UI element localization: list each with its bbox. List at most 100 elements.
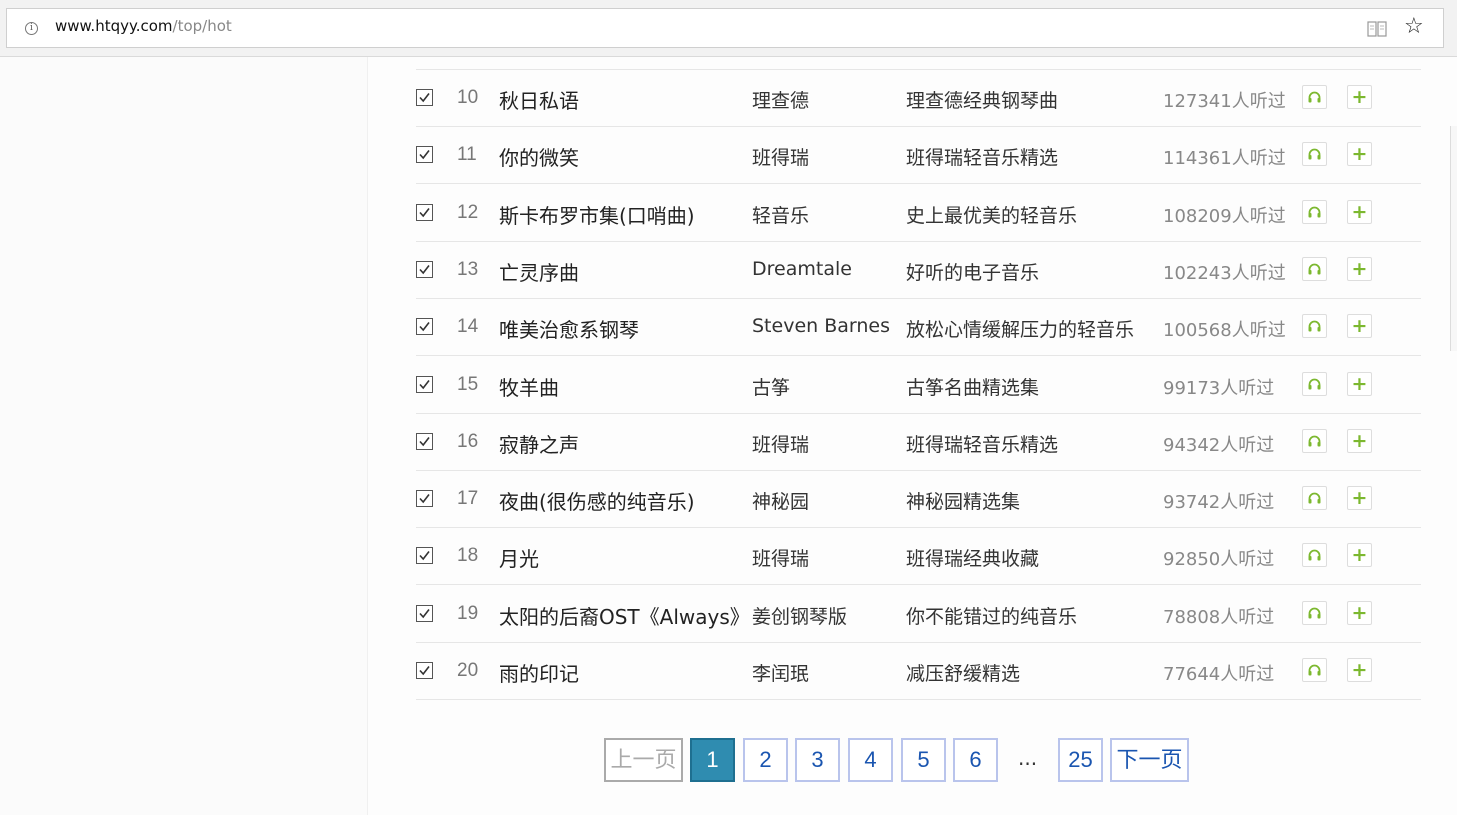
song-artist-link[interactable]: 轻音乐 [752,201,809,228]
add-to-playlist-button[interactable]: + [1347,142,1372,166]
song-checkbox[interactable] [416,146,433,163]
song-title-link[interactable]: 秋日私语 [499,85,740,114]
song-album-link[interactable]: 史上最优美的轻音乐 [906,201,1077,228]
song-checkbox[interactable] [416,318,433,335]
add-to-playlist-button[interactable]: + [1347,429,1372,453]
prev-page-button[interactable]: 上一页 [604,738,683,782]
song-row: 10 秋日私语 理查德 理查德经典钢琴曲 127341人听过 + [0,70,1457,127]
page-button-1[interactable]: 1 [690,738,735,782]
song-checkbox[interactable] [416,605,433,622]
headphones-icon [1308,492,1321,504]
page-content: 10 秋日私语 理查德 理查德经典钢琴曲 127341人听过 +11 你的微笑 班得瑞 班得瑞轻… [0,57,1457,815]
add-to-playlist-button[interactable]: + [1347,486,1372,510]
song-title-link[interactable]: 牧羊曲 [499,372,740,401]
song-album-link[interactable]: 你不能错过的纯音乐 [906,602,1077,629]
song-play-count: 94342人听过 [1163,435,1275,456]
add-to-playlist-button[interactable]: + [1347,372,1372,396]
address-bar[interactable]: i www.htqyy.com/top/hot ☆ [6,8,1444,48]
song-title-link[interactable]: 寂静之声 [499,429,740,458]
song-title-link[interactable]: 雨的印记 [499,658,740,687]
reader-view-icon[interactable] [1367,20,1387,42]
page-button-6[interactable]: 6 [953,738,998,782]
page-button-3[interactable]: 3 [795,738,840,782]
song-checkbox[interactable] [416,204,433,221]
song-title-link[interactable]: 太阳的后裔OST《Always》 [499,601,740,630]
listen-button[interactable] [1302,429,1327,453]
plus-icon: + [1351,201,1368,223]
song-row: 17 夜曲(很伤感的纯音乐) 神秘园 神秘园精选集 93742人听过 + [0,471,1457,528]
song-artist-link[interactable]: 姜创钢琴版 [752,602,847,629]
song-title-link[interactable]: 夜曲(很伤感的纯音乐) [499,486,740,515]
listen-button[interactable] [1302,601,1327,625]
add-to-playlist-button[interactable]: + [1347,658,1372,682]
add-to-playlist-button[interactable]: + [1347,314,1372,338]
song-title-link[interactable]: 斯卡布罗市集(口哨曲) [499,200,740,229]
page-button-4[interactable]: 4 [848,738,893,782]
plus-icon: + [1351,430,1368,452]
favorite-star-icon[interactable]: ☆ [1404,15,1424,39]
listen-button[interactable] [1302,658,1327,682]
song-album-link[interactable]: 减压舒缓精选 [906,659,1020,686]
song-checkbox[interactable] [416,662,433,679]
song-play-count: 77644人听过 [1163,664,1275,685]
song-title-link[interactable]: 亡灵序曲 [499,257,740,286]
song-artist-link[interactable]: 班得瑞 [752,430,809,457]
headphones-icon [1308,320,1321,332]
headphones-icon [1308,263,1321,275]
song-artist-link[interactable]: 李闰珉 [752,659,809,686]
song-artist-link[interactable]: 班得瑞 [752,544,809,571]
song-album-link[interactable]: 班得瑞经典收藏 [906,544,1039,571]
song-checkbox[interactable] [416,376,433,393]
song-checkbox[interactable] [416,490,433,507]
song-artist-link[interactable]: 理查德 [752,86,809,113]
plus-icon: + [1351,315,1368,337]
song-row: 14 唯美治愈系钢琴 Steven Barnes 放松心情缓解压力的轻音乐 100568… [0,299,1457,356]
add-to-playlist-button[interactable]: + [1347,257,1372,281]
headphones-icon [1308,206,1321,218]
url-host: www.htqyy.com [55,17,173,35]
page-button-2[interactable]: 2 [743,738,788,782]
add-to-playlist-button[interactable]: + [1347,200,1372,224]
song-checkbox[interactable] [416,547,433,564]
song-artist-link[interactable]: Dreamtale [752,258,852,280]
song-album-link[interactable]: 班得瑞轻音乐精选 [906,430,1058,457]
listen-button[interactable] [1302,142,1327,166]
song-title-link[interactable]: 唯美治愈系钢琴 [499,314,740,343]
listen-button[interactable] [1302,314,1327,338]
page-button-5[interactable]: 5 [901,738,946,782]
song-album-link[interactable]: 好听的电子音乐 [906,258,1039,285]
browser-toolbar: i www.htqyy.com/top/hot ☆ [0,0,1457,57]
song-album-link[interactable]: 放松心情缓解压力的轻音乐 [906,315,1134,342]
song-artist-link[interactable]: 古筝 [752,373,790,400]
song-album-link[interactable]: 神秘园精选集 [906,487,1020,514]
page-button-last[interactable]: 25 [1058,738,1103,782]
song-album-link[interactable]: 古筝名曲精选集 [906,373,1039,400]
song-artist-link[interactable]: 班得瑞 [752,143,809,170]
url-text[interactable]: www.htqyy.com/top/hot [55,17,232,35]
next-page-button[interactable]: 下一页 [1110,738,1189,782]
plus-icon: + [1351,487,1368,509]
song-checkbox[interactable] [416,89,433,106]
song-album-link[interactable]: 理查德经典钢琴曲 [906,86,1058,113]
song-title-link[interactable]: 月光 [499,543,740,572]
listen-button[interactable] [1302,200,1327,224]
song-album-link[interactable]: 班得瑞轻音乐精选 [906,143,1058,170]
song-artist-link[interactable]: 神秘园 [752,487,809,514]
song-rank: 20 [457,660,479,681]
song-title-link[interactable]: 你的微笑 [499,142,740,171]
listen-button[interactable] [1302,85,1327,109]
headphones-icon [1308,664,1321,676]
song-play-count: 108209人听过 [1163,206,1286,227]
listen-button[interactable] [1302,372,1327,396]
listen-button[interactable] [1302,543,1327,567]
song-checkbox[interactable] [416,261,433,278]
song-row: 12 斯卡布罗市集(口哨曲) 轻音乐 史上最优美的轻音乐 108209人听过 + [0,185,1457,242]
info-icon[interactable]: i [25,22,38,35]
add-to-playlist-button[interactable]: + [1347,543,1372,567]
song-artist-link[interactable]: Steven Barnes [752,315,890,337]
add-to-playlist-button[interactable]: + [1347,601,1372,625]
listen-button[interactable] [1302,257,1327,281]
add-to-playlist-button[interactable]: + [1347,85,1372,109]
song-checkbox[interactable] [416,433,433,450]
listen-button[interactable] [1302,486,1327,510]
